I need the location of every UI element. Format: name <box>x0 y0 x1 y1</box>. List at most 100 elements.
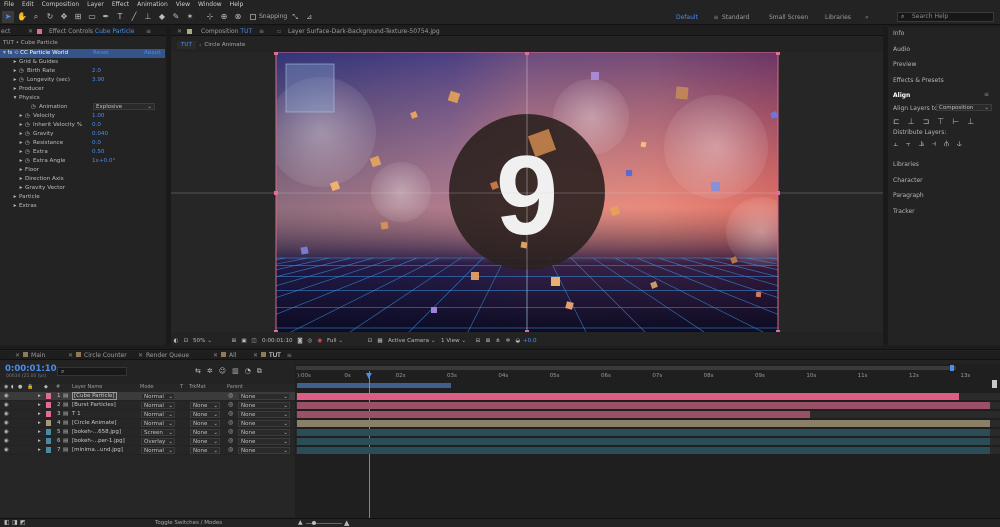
search-help-input[interactable]: ⌕ Search Help <box>897 12 994 22</box>
layer-label-color[interactable] <box>46 429 51 435</box>
transparency-grid-icon[interactable]: ▦ <box>375 338 385 344</box>
align-top-icon[interactable]: ⊤ <box>937 117 944 126</box>
twirl-right-icon[interactable]: ▸ <box>18 139 24 148</box>
tab-close-icon[interactable]: ✕ <box>253 352 258 359</box>
effect-property-row[interactable]: ▸ ◷ Extra Angle 1x+0.0° <box>0 157 165 166</box>
show-snapshot-icon[interactable]: ◎ <box>305 338 315 344</box>
parent-pickwhip-icon[interactable]: ◎ <box>228 392 233 399</box>
pan-behind-icon[interactable]: ⊞ <box>72 11 84 23</box>
layer-parent-dropdown[interactable]: None ⌄ <box>238 446 290 454</box>
twirl-right-icon[interactable]: ▸ <box>38 410 41 418</box>
effect-reset-button[interactable]: Reset <box>93 49 109 58</box>
twirl-right-icon[interactable]: ▸ <box>12 58 18 67</box>
workspace-standard[interactable]: Standard <box>722 14 769 21</box>
stopwatch-icon[interactable]: ◷ <box>31 103 36 112</box>
right-panel-effects-presets[interactable]: Effects & Presets <box>893 77 944 84</box>
right-panel-audio[interactable]: Audio <box>893 46 910 53</box>
right-panel-paragraph[interactable]: Paragraph <box>893 192 924 199</box>
layer-parent-dropdown[interactable]: None ⌄ <box>238 428 290 436</box>
layer-mode-dropdown[interactable]: Normal ⌄ <box>141 410 175 418</box>
effect-property-value[interactable]: 0.040 <box>92 130 108 139</box>
time-navigator[interactable] <box>296 366 956 370</box>
layer-label-color[interactable] <box>46 420 51 426</box>
layer-trkmat-dropdown[interactable]: None ⌄ <box>190 401 220 409</box>
zoom-out-mountain-icon[interactable]: ▲ <box>298 519 303 526</box>
distribute-hcenter-icon[interactable]: ⫛ <box>944 139 949 149</box>
align-bottom-icon[interactable]: ⊥ <box>967 117 974 126</box>
layer-label-color[interactable] <box>46 438 51 444</box>
effect-property-value[interactable]: 0.50 <box>92 148 104 157</box>
draft-3d-toggle-icon[interactable]: ✲ <box>207 367 213 376</box>
distribute-left-icon[interactable]: ⫞ <box>932 139 936 149</box>
region-of-interest-icon[interactable]: ⊡ <box>365 338 375 344</box>
resolution-dropdown[interactable]: Full ⌄ <box>325 338 365 344</box>
composition-viewer[interactable]: 9 <box>171 52 883 332</box>
navigator-end-handle[interactable] <box>950 365 954 371</box>
workspace-small-screen[interactable]: Small Screen <box>769 14 825 21</box>
layer-duration-bar[interactable] <box>297 428 990 436</box>
twirl-right-icon[interactable]: ▸ <box>18 166 24 175</box>
twirl-right-icon[interactable]: ▸ <box>18 121 24 130</box>
channel-icon[interactable]: ◉ <box>315 338 325 344</box>
reset-exposure-icon[interactable]: ◒ <box>513 338 523 344</box>
toggle-switches-modes-button[interactable]: Toggle Switches / Modes <box>155 520 222 526</box>
motion-blur-icon[interactable]: ◔ <box>245 367 251 376</box>
view-layout-dropdown[interactable]: 1 View ⌄ <box>441 338 473 344</box>
timeline-zoom-slider-thumb[interactable] <box>312 521 316 525</box>
stopwatch-icon[interactable]: ◷ <box>25 112 30 121</box>
roto-brush-icon[interactable]: ✎ <box>170 11 182 23</box>
menu-layer[interactable]: Layer <box>83 1 108 8</box>
layer-parent-dropdown[interactable]: None ⌄ <box>238 401 290 409</box>
pen-tool-icon[interactable]: ✒ <box>100 11 112 23</box>
effect-property-row[interactable]: ▸ ◷ Birth Rate 2.0 <box>0 67 165 76</box>
menu-composition[interactable]: Composition <box>38 1 83 8</box>
menu-edit[interactable]: Edit <box>18 1 38 8</box>
parent-pickwhip-icon[interactable]: ◎ <box>228 410 233 417</box>
align-to-dropdown[interactable]: Composition ⌄ <box>936 104 992 111</box>
twirl-right-icon[interactable]: ▸ <box>18 130 24 139</box>
effect-header-row[interactable]: ▾ fx ⟲ CC Particle World <box>0 49 165 58</box>
effect-property-row[interactable]: ▸ ◷ Inherit Velocity % 0.0 <box>0 121 165 130</box>
parent-pickwhip-icon[interactable]: ◎ <box>228 446 233 453</box>
eye-icon[interactable]: ◉ <box>4 446 9 454</box>
twirl-right-icon[interactable]: ▸ <box>18 175 24 184</box>
layer-label-color[interactable] <box>46 411 51 417</box>
project-tab-stub[interactable]: ect <box>0 28 15 35</box>
parent-pickwhip-icon[interactable]: ◎ <box>228 437 233 444</box>
layer-name[interactable]: T 1 <box>72 410 81 418</box>
zoom-dropdown[interactable]: 50% ⌄ <box>191 338 229 344</box>
layer-mode-dropdown[interactable]: Normal ⌄ <box>141 446 175 454</box>
parent-pickwhip-icon[interactable]: ◎ <box>228 401 233 408</box>
layer-label-color[interactable] <box>46 447 51 453</box>
twirl-right-icon[interactable]: ▸ <box>38 392 41 400</box>
parent-pickwhip-icon[interactable]: ◎ <box>228 419 233 426</box>
tab-close-icon[interactable]: ✕ <box>138 352 143 359</box>
twirl-right-icon[interactable]: ▸ <box>12 202 18 211</box>
col-layer-name[interactable]: Layer Name <box>72 384 102 390</box>
effect-property-row[interactable]: ▸ ◷ Extra 0.50 <box>0 148 165 157</box>
timeline-tab-all[interactable]: ✕ All <box>213 351 241 359</box>
effect-property-value[interactable]: 0.0 <box>92 121 101 130</box>
panel-menu-icon[interactable]: ≡ <box>146 28 151 35</box>
workspace-overflow-icon[interactable]: » <box>865 14 869 21</box>
effect-property-row[interactable]: ▸ ◷ Longevity (sec) 3.90 <box>0 76 165 85</box>
layer-mode-dropdown[interactable]: Overlay ⌄ <box>141 437 175 445</box>
rectangle-tool-icon[interactable]: ▭ <box>86 11 98 23</box>
brush-tool-icon[interactable]: ╱ <box>128 11 140 23</box>
snapping-checkbox[interactable] <box>250 13 256 20</box>
flowchart-icon[interactable]: ⋔ <box>493 338 503 344</box>
layer-parent-dropdown[interactable]: None ⌄ <box>238 410 290 418</box>
layer-duration-bar[interactable] <box>297 437 990 445</box>
tab-close-icon[interactable]: ✕ <box>213 352 218 359</box>
effect-controls-tab[interactable]: Effect Controls Cube Particle <box>44 28 140 35</box>
layer-trkmat-dropdown[interactable]: None ⌄ <box>190 437 220 445</box>
align-right-icon[interactable]: ⊐ <box>923 117 930 126</box>
snap-options-icon[interactable]: ⤡ <box>289 11 301 23</box>
eye-icon[interactable]: ◉ <box>4 419 9 427</box>
twirl-down-icon[interactable]: ▾ <box>12 94 18 103</box>
eye-icon[interactable]: ◉ <box>4 437 9 445</box>
twirl-right-icon[interactable]: ▸ <box>18 148 24 157</box>
distribute-right-icon[interactable]: ⫝ <box>957 139 962 149</box>
right-panel-info[interactable]: Info <box>893 30 904 37</box>
timeline-tab-tut[interactable]: ✕ TUT ≡ <box>253 351 297 359</box>
